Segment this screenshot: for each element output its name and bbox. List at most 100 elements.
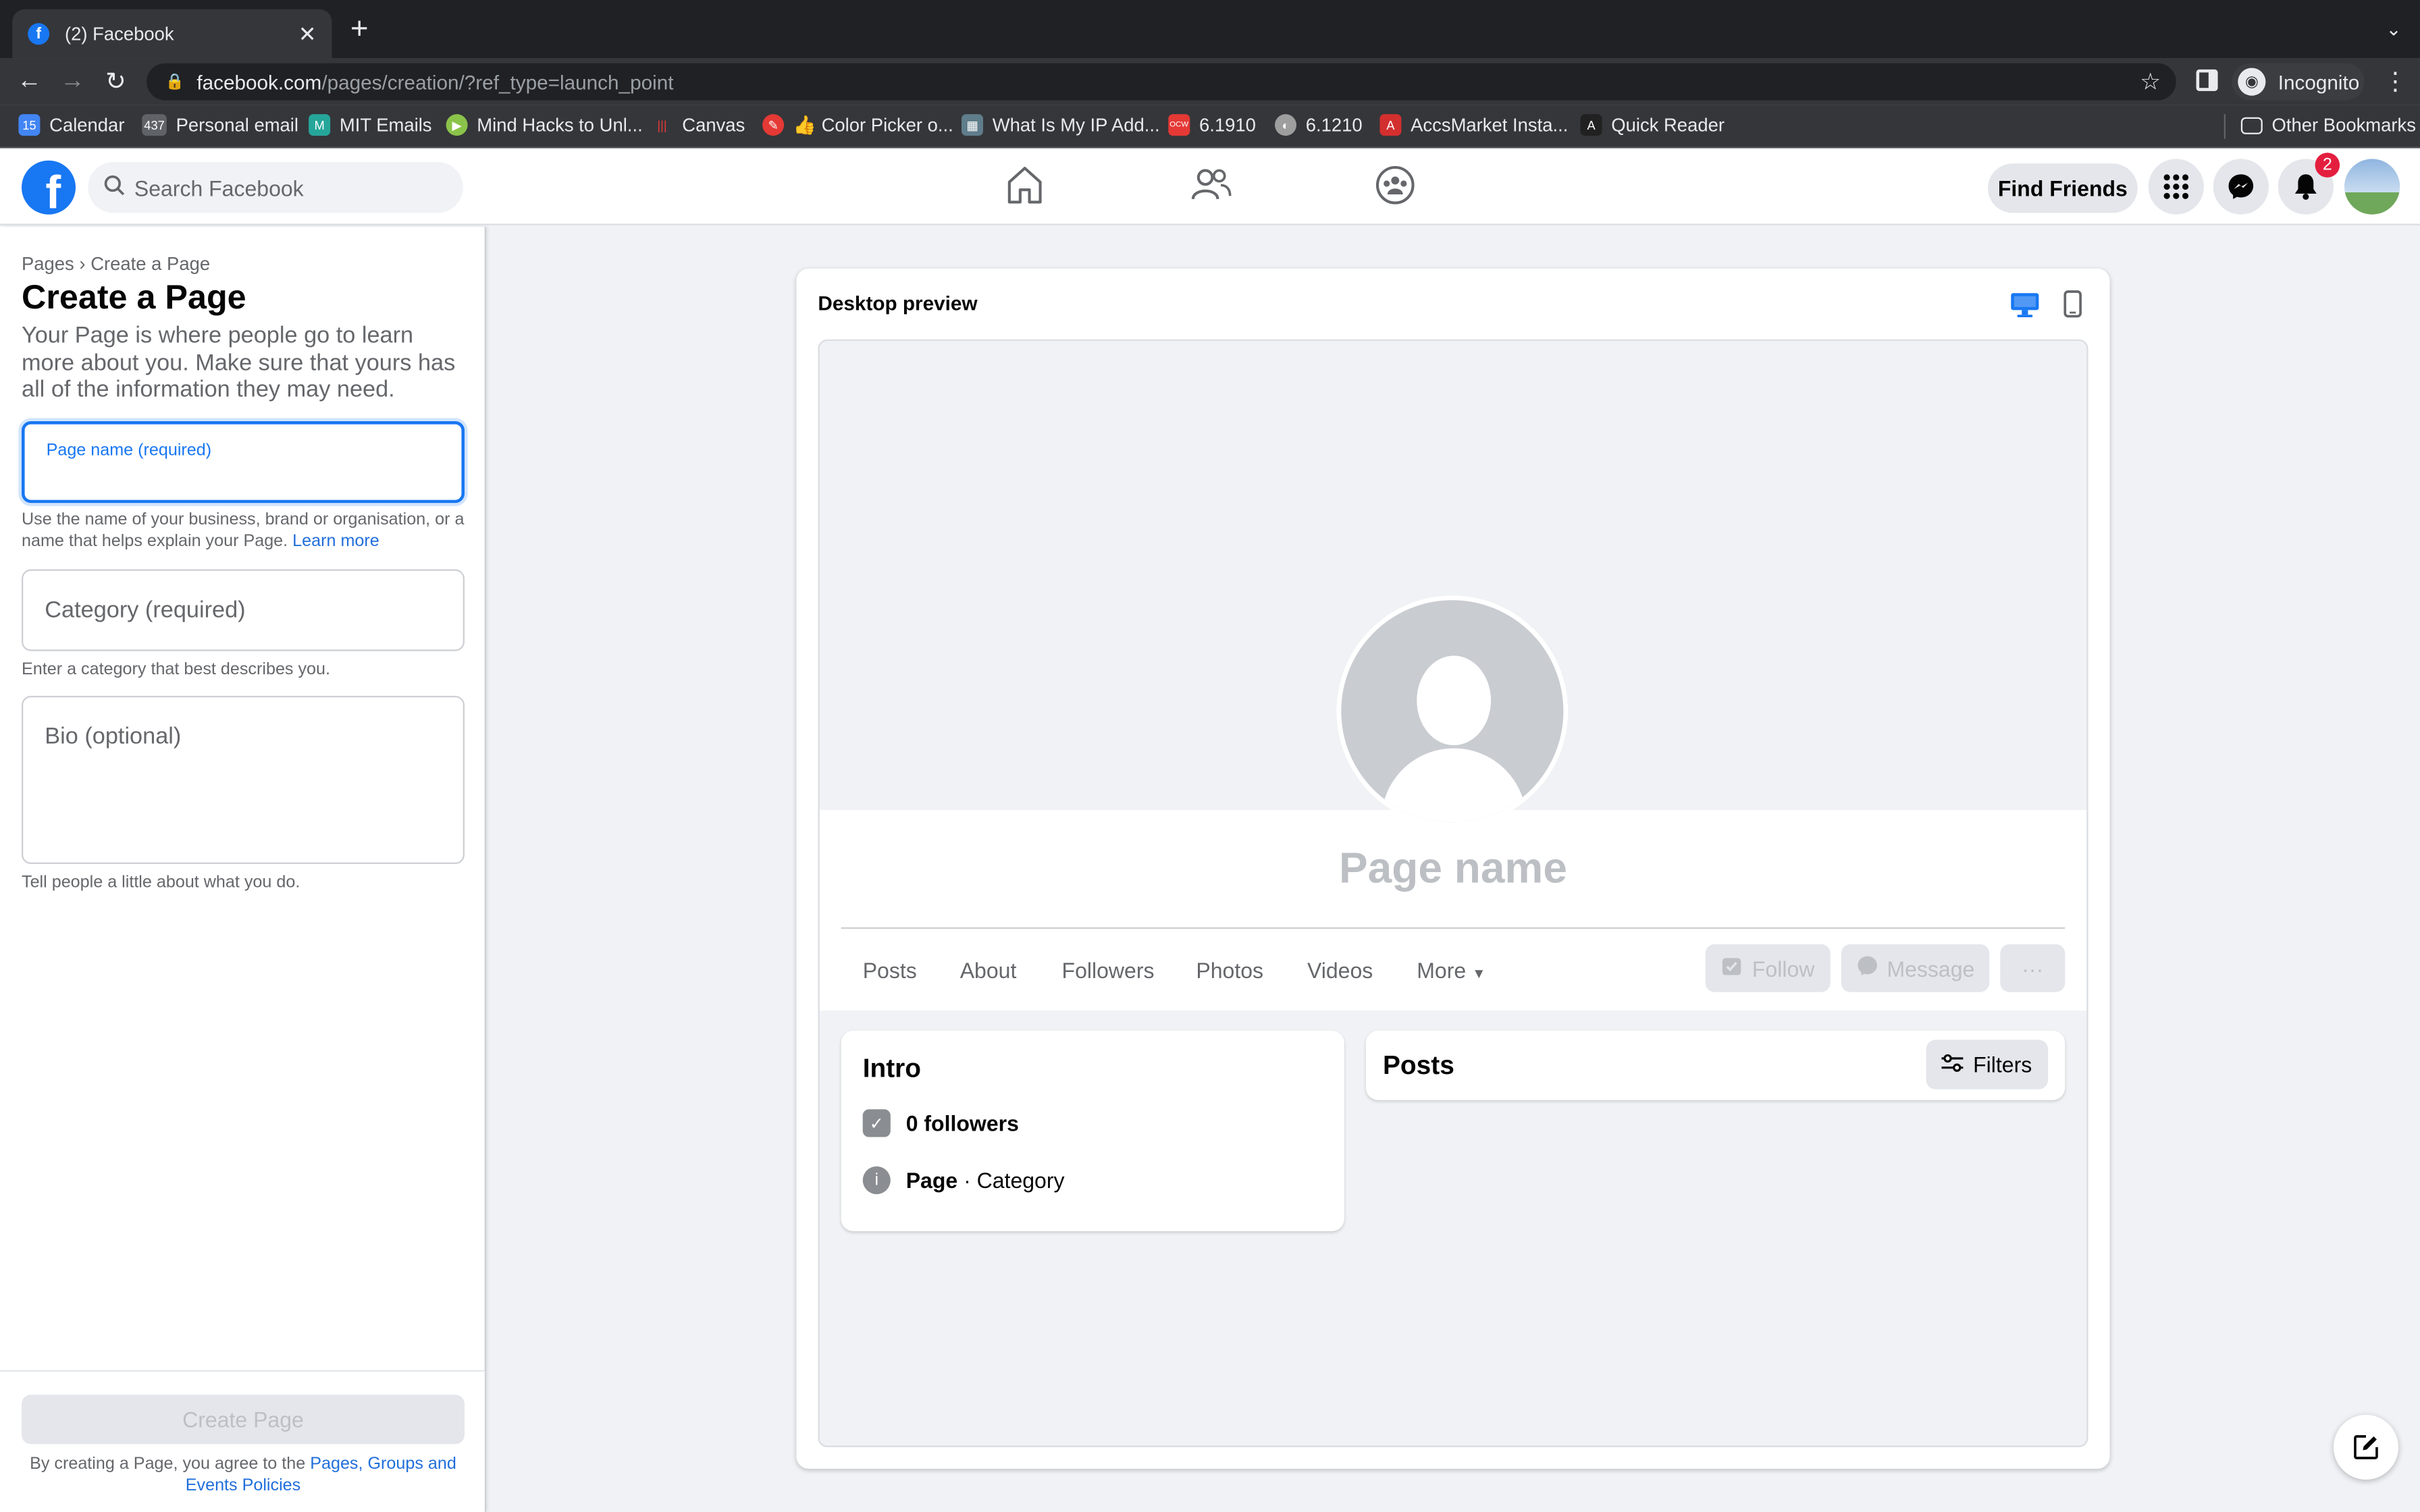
create-page-panel: Pages › Create a Page Create a Page Your… — [0, 226, 486, 1512]
followers-count: 0 followers — [905, 1110, 1019, 1136]
browser-toolbar: ← → ↻ 🔒 facebook.com/pages/creation/?ref… — [0, 58, 2420, 105]
url-host: facebook.com — [196, 70, 322, 94]
friends-icon[interactable] — [1191, 165, 1232, 213]
bookmark-label: MIT Emails — [339, 114, 432, 136]
caret-down-icon: ▼ — [1472, 965, 1486, 981]
logo-letter: f — [45, 168, 61, 215]
bookmark-what-is-my-ip[interactable]: ▦ What Is My IP Add... — [961, 114, 1160, 136]
tab-posts[interactable]: Posts — [863, 958, 917, 983]
address-bar[interactable]: 🔒 facebook.com/pages/creation/?ref_type=… — [147, 63, 2176, 101]
bio-placeholder: Bio (optional) — [45, 723, 182, 750]
category-help: Enter a category that best describes you… — [21, 660, 331, 679]
bookmark-label: Quick Reader — [1611, 114, 1725, 136]
learn-more-link[interactable]: Learn more — [292, 533, 379, 551]
home-icon[interactable] — [1006, 165, 1043, 213]
incognito-profile-button[interactable]: ◉ Incognito — [2232, 63, 2365, 101]
tab-title: (2) Facebook — [64, 23, 174, 45]
tab-search-chevron-icon[interactable]: ⌄ — [2386, 18, 2402, 40]
profile-picture — [1336, 595, 1569, 828]
groups-icon[interactable] — [1375, 165, 1415, 213]
incognito-label: Incognito — [2278, 70, 2360, 94]
tab-about[interactable]: About — [960, 958, 1017, 983]
new-message-compose-icon[interactable] — [2333, 1414, 2398, 1480]
posts-title: Posts — [1382, 1050, 1454, 1080]
tab-videos[interactable]: Videos — [1307, 958, 1373, 983]
tab-more-label: More — [1417, 958, 1467, 983]
menu-grid-icon[interactable] — [2148, 159, 2204, 215]
bookmark-6-1910[interactable]: OCW 6.1910 — [1168, 114, 1256, 136]
bookmark-6-1210[interactable]: ◐ 6.1210 — [1274, 114, 1363, 136]
mail-icon: 437 — [142, 114, 167, 136]
bookmark-label: AccsMarket Insta... — [1411, 114, 1569, 136]
lock-icon: 🔒 — [165, 73, 185, 90]
bookmarks-bar: 15 Calendar 437 Personal email M MIT Emails… — [0, 105, 2420, 148]
tab-photos[interactable]: Photos — [1196, 958, 1263, 983]
back-icon[interactable]: ← — [7, 68, 51, 96]
profile-divider — [841, 927, 2066, 929]
follow-button[interactable]: Follow — [1705, 944, 1831, 992]
bio-field[interactable]: Bio (optional) — [21, 695, 465, 864]
notification-badge: 2 — [2315, 153, 2340, 178]
browser-tab[interactable]: f (2) Facebook ✕ — [12, 9, 332, 59]
bookmark-star-icon[interactable]: ☆ — [2140, 68, 2161, 96]
accsmarket-icon: A — [1379, 114, 1402, 136]
forward-icon[interactable]: → — [51, 68, 94, 96]
ocw-icon: OCW — [1168, 114, 1190, 136]
preview-frame: Page name Posts About Followers Photos V… — [818, 339, 2088, 1447]
bookmark-personal-email[interactable]: 437 Personal email — [142, 114, 298, 136]
facebook-header: f Search Facebook Find Friends 2 — [0, 149, 2420, 225]
play-icon: ▶ — [446, 114, 468, 136]
create-page-button[interactable]: Create Page — [21, 1395, 465, 1444]
color-picker-icon: ✎ — [762, 114, 785, 136]
side-panel-icon[interactable] — [2196, 69, 2218, 91]
tab-followers[interactable]: Followers — [1062, 958, 1155, 983]
posts-card: Posts Filters — [1365, 1030, 2066, 1100]
bookmark-quick-reader[interactable]: A Quick Reader — [1580, 114, 1725, 136]
incognito-icon: ◉ — [2238, 68, 2266, 96]
preview-page-name: Page name — [1338, 844, 1567, 892]
filters-button[interactable]: Filters — [1926, 1040, 2049, 1089]
bookmark-color-picker[interactable]: ✎ 👍 Color Picker o... — [762, 114, 953, 136]
messenger-icon[interactable] — [2213, 159, 2269, 215]
category-field[interactable]: Category (required) — [21, 569, 465, 651]
find-friends-button[interactable]: Find Friends — [1987, 163, 2138, 213]
more-actions-button[interactable]: ··· — [2000, 944, 2066, 992]
quick-reader-icon: A — [1580, 114, 1602, 136]
preview-title: Desktop preview — [818, 291, 978, 315]
other-bookmarks[interactable]: Other Bookmarks — [2240, 114, 2416, 136]
other-bookmarks-label: Other Bookmarks — [2271, 114, 2416, 136]
search-input[interactable]: Search Facebook — [88, 161, 463, 213]
reload-icon[interactable]: ↻ — [94, 66, 137, 97]
page-label: Page — [905, 1168, 958, 1193]
filters-label: Filters — [1973, 1052, 2032, 1077]
tab-more[interactable]: More ▼ — [1417, 958, 1485, 983]
category-label: · Category — [964, 1168, 1065, 1193]
account-avatar[interactable] — [2344, 159, 2400, 215]
follow-icon — [1721, 955, 1743, 981]
bookmark-accsmarket[interactable]: A AccsMarket Insta... — [1379, 114, 1568, 136]
bookmarks-divider — [2224, 114, 2226, 139]
browser-menu-icon[interactable]: ⋮ — [2383, 66, 2408, 97]
message-button[interactable]: Message — [1841, 944, 1990, 992]
follow-label: Follow — [1752, 955, 1815, 981]
intro-title: Intro — [862, 1054, 922, 1083]
facebook-logo-icon[interactable]: f — [21, 160, 76, 215]
page-name-field[interactable]: Page name (required) — [21, 421, 465, 504]
bookmark-label: Mind Hacks to Unl... — [477, 114, 643, 136]
terms-prefix: By creating a Page, you agree to the — [30, 1455, 306, 1474]
bookmark-label: Calendar — [49, 114, 125, 136]
bio-help: Tell people a little about what you do. — [21, 873, 300, 892]
page-title: Create a Page — [21, 277, 246, 317]
desktop-preview-icon[interactable] — [2009, 292, 2041, 325]
breadcrumb-pages-link[interactable]: Pages — [22, 253, 74, 275]
new-tab-icon[interactable]: + — [350, 14, 369, 45]
mobile-preview-icon[interactable] — [2063, 290, 2082, 326]
bookmark-label: 6.1210 — [1305, 114, 1363, 136]
followers-row: ✓ 0 followers — [862, 1109, 1019, 1137]
bookmark-canvas[interactable]: ||| Canvas — [652, 114, 745, 136]
bookmark-calendar[interactable]: 15 Calendar — [18, 114, 124, 136]
bookmark-mit-emails[interactable]: M MIT Emails — [309, 114, 432, 136]
close-tab-icon[interactable]: ✕ — [298, 21, 317, 47]
followers-check-icon: ✓ — [862, 1109, 891, 1137]
bookmark-mind-hacks[interactable]: ▶ Mind Hacks to Unl... — [446, 114, 643, 136]
